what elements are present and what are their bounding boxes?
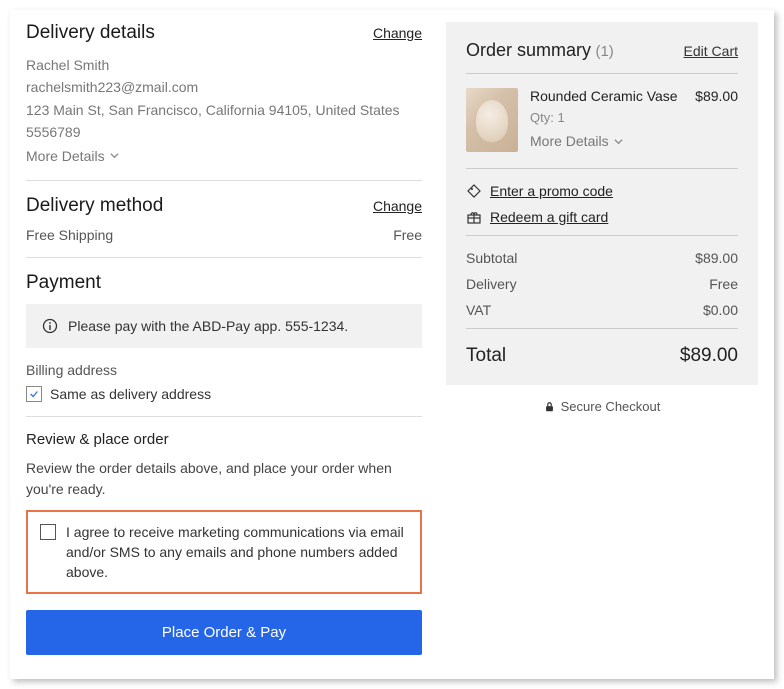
summary-heading: Order summary — [466, 40, 591, 60]
same-as-delivery-checkbox[interactable] — [26, 386, 42, 402]
delivery-method-section: Delivery method Change Free Shipping Fre… — [26, 195, 422, 258]
vat-label: VAT — [466, 302, 491, 318]
vat-value: $0.00 — [703, 302, 738, 318]
total-value: $89.00 — [680, 345, 738, 367]
item-price: $89.00 — [695, 88, 738, 152]
order-summary: Order summary (1) Edit Cart Rounded Cera… — [446, 22, 758, 385]
payment-info-box: Please pay with the ABD-Pay app. 555-123… — [26, 304, 422, 348]
same-as-delivery-label: Same as delivery address — [50, 386, 211, 402]
delivery-more-details[interactable]: More Details — [26, 148, 120, 164]
delivery-value: Free — [709, 276, 738, 292]
delivery-label: Delivery — [466, 276, 517, 292]
change-method-link[interactable]: Change — [373, 198, 422, 214]
marketing-consent-label: I agree to receive marketing communicati… — [66, 522, 408, 583]
payment-section: Payment Please pay with the ABD-Pay app.… — [26, 272, 422, 417]
delivery-details-section: Delivery details Change Rachel Smith rac… — [26, 22, 422, 181]
subtotal-label: Subtotal — [466, 250, 517, 266]
customer-email: rachelsmith223@zmail.com — [26, 76, 422, 98]
billing-address-label: Billing address — [26, 362, 422, 378]
item-image — [466, 88, 518, 152]
item-name: Rounded Ceramic Vase — [530, 88, 683, 104]
subtotal-value: $89.00 — [695, 250, 738, 266]
delivery-details-heading: Delivery details — [26, 22, 155, 44]
secure-checkout: Secure Checkout — [446, 399, 758, 414]
item-qty: Qty: 1 — [530, 110, 683, 125]
lock-icon — [544, 401, 555, 413]
delivery-method-heading: Delivery method — [26, 195, 163, 217]
shipping-price: Free — [393, 227, 422, 243]
total-label: Total — [466, 345, 506, 367]
check-icon — [29, 389, 39, 399]
gift-icon — [466, 209, 482, 225]
item-more-details[interactable]: More Details — [530, 133, 624, 149]
review-section: Review & place order Review the order de… — [26, 431, 422, 656]
info-icon — [42, 318, 58, 334]
place-order-button[interactable]: Place Order & Pay — [26, 610, 422, 655]
shipping-name: Free Shipping — [26, 227, 113, 243]
payment-message: Please pay with the ABD-Pay app. 555-123… — [68, 318, 348, 334]
chevron-down-icon — [109, 150, 120, 161]
customer-address: 123 Main St, San Francisco, California 9… — [26, 99, 422, 121]
marketing-consent-checkbox[interactable] — [40, 524, 56, 540]
payment-heading: Payment — [26, 272, 101, 294]
tag-icon — [466, 183, 482, 199]
chevron-down-icon — [613, 136, 624, 147]
change-delivery-link[interactable]: Change — [373, 25, 422, 41]
cart-item: Rounded Ceramic Vase Qty: 1 More Details… — [466, 88, 738, 169]
review-text: Review the order details above, and plac… — [26, 458, 422, 500]
summary-count: (1) — [595, 43, 613, 60]
customer-name: Rachel Smith — [26, 54, 422, 76]
promo-code-link[interactable]: Enter a promo code — [490, 183, 613, 199]
edit-cart-link[interactable]: Edit Cart — [684, 43, 738, 59]
marketing-consent-highlight: I agree to receive marketing communicati… — [26, 510, 422, 595]
customer-phone: 5556789 — [26, 121, 422, 143]
gift-card-link[interactable]: Redeem a gift card — [490, 209, 608, 225]
review-heading: Review & place order — [26, 431, 422, 448]
